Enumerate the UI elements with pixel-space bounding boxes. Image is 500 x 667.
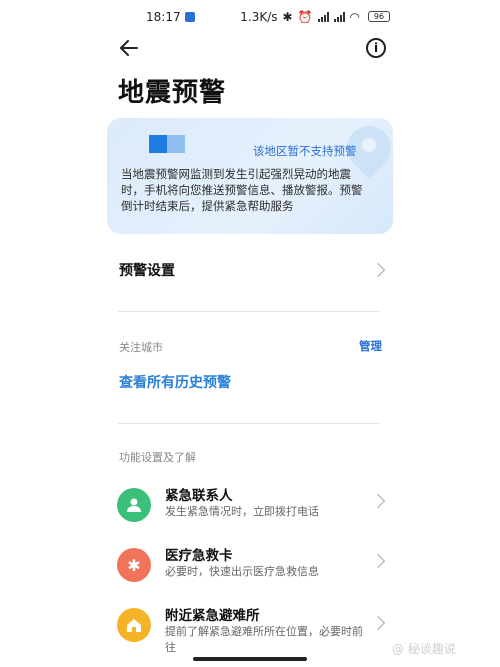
divider	[118, 311, 380, 312]
history-warnings-link[interactable]: 查看所有历史预警	[119, 372, 231, 392]
app-notification-icon	[184, 12, 195, 22]
warning-settings-row[interactable]: 预警设置	[107, 248, 393, 292]
home-indicator[interactable]	[193, 657, 307, 661]
network-speed: 1.3K/s	[240, 10, 278, 24]
feature-title: 附近紧急避难所	[165, 608, 260, 624]
watermark: @ 秘谈趣说	[392, 642, 456, 656]
shelter-icon	[117, 608, 151, 642]
status-banner: 该地区暂不支持预警 当地震预警网监测到发生引起强烈晃动的地震时，手机将向您推送预…	[107, 118, 393, 234]
status-time-group: 18:17	[146, 10, 195, 24]
emergency-contact-row[interactable]: 紧急联系人 发生紧急情况时，立即拨打电话	[107, 480, 393, 536]
warning-settings-label: 预警设置	[119, 263, 175, 279]
chevron-right-icon	[370, 615, 386, 631]
info-circle-icon[interactable]: i	[366, 38, 386, 58]
banner-logo	[149, 135, 185, 153]
status-time: 18:17	[146, 10, 181, 24]
status-bar: 18:17 1.3K/s ✱ ⏰ ◠ 96	[0, 0, 500, 34]
feature-desc: 提前了解紧急避难所所在位置，必要时前往	[165, 625, 363, 654]
features-section-label: 功能设置及了解	[119, 451, 196, 464]
chevron-right-icon	[370, 493, 386, 509]
contact-icon	[117, 488, 151, 522]
top-nav: i	[0, 34, 500, 64]
medical-icon: ✱	[117, 548, 151, 582]
banner-status: 该地区暂不支持预警	[253, 144, 357, 158]
location-pin-dot	[362, 138, 376, 152]
feature-desc: 发生紧急情况时，立即拨打电话	[165, 505, 319, 518]
chevron-right-icon	[370, 553, 386, 569]
followed-cities-label: 关注城市	[119, 341, 163, 354]
feature-title: 紧急联系人	[165, 488, 233, 504]
wifi-icon: ◠	[349, 10, 360, 24]
signal-icon-2	[333, 12, 345, 22]
status-indicators: 1.3K/s ✱ ⏰ ◠	[240, 10, 360, 24]
banner-description: 当地震预警网监测到发生引起强烈晃动的地震时，手机将向您推送预警信息、播放警报。预…	[121, 167, 363, 213]
signal-icon	[317, 12, 329, 22]
alarm-icon: ⏰	[297, 10, 313, 24]
page-title: 地震预警	[118, 78, 227, 108]
bluetooth-icon: ✱	[282, 10, 293, 24]
battery-icon: 96	[368, 11, 390, 22]
feature-title: 医疗急救卡	[165, 548, 233, 564]
chevron-right-icon	[370, 262, 386, 278]
divider	[118, 423, 380, 424]
manage-button[interactable]: 管理	[359, 338, 382, 354]
nearby-shelter-row[interactable]: 附近紧急避难所 提前了解紧急避难所所在位置，必要时前往	[107, 600, 393, 656]
arrow-left-icon[interactable]	[117, 36, 141, 60]
medical-card-row[interactable]: ✱ 医疗急救卡 必要时，快速出示医疗急救信息	[107, 540, 393, 596]
feature-desc: 必要时，快速出示医疗急救信息	[165, 565, 319, 578]
